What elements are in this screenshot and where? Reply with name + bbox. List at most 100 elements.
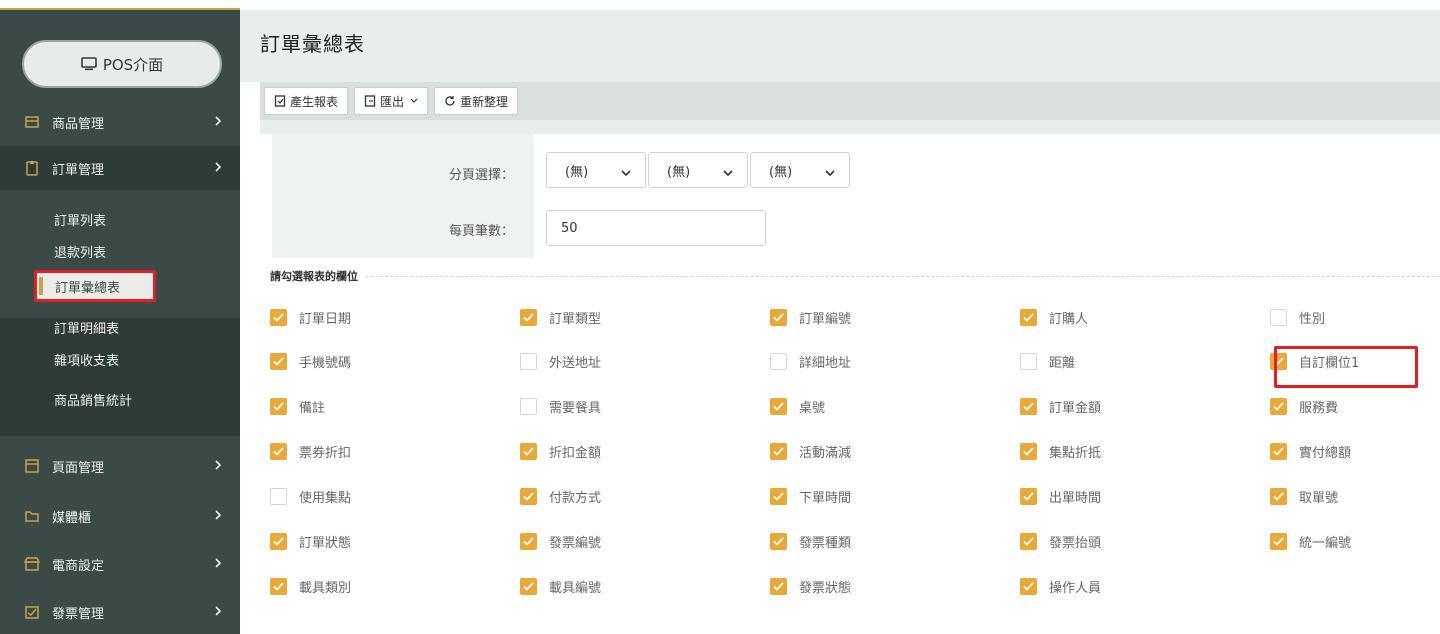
paging-select-3-value: (無) xyxy=(769,164,793,180)
chevron-down-icon xyxy=(723,166,733,181)
column-checkbox[interactable]: 發票狀態 xyxy=(770,576,851,596)
column-checkbox[interactable]: 發票抬頭 xyxy=(1020,531,1101,551)
reset-button[interactable]: 重新整理 xyxy=(434,87,519,115)
column-checkbox[interactable]: 自訂欄位1 xyxy=(1270,351,1359,371)
column-checkbox-label: 發票抬頭 xyxy=(1049,535,1102,551)
checked-icon xyxy=(1020,532,1037,550)
column-checkbox[interactable]: 統一編號 xyxy=(1270,531,1351,551)
paging-select-3[interactable]: (無) xyxy=(750,152,850,188)
paging-select-1[interactable]: (無) xyxy=(546,152,646,188)
column-checkbox-label: 訂單金額 xyxy=(1049,400,1102,416)
sidebar-item-ecommerce-settings[interactable]: 電商設定 xyxy=(0,542,240,586)
export-dropdown-button[interactable]: 匯出 xyxy=(354,87,429,115)
column-checkbox[interactable]: 需要餐具 xyxy=(520,396,601,416)
checked-icon xyxy=(770,442,787,460)
column-checkbox-label: 訂購人 xyxy=(1049,311,1089,327)
chevron-right-icon xyxy=(214,605,222,621)
column-checkbox[interactable]: 服務費 xyxy=(1270,396,1338,416)
chevron-right-icon xyxy=(214,115,222,131)
column-checkbox-label: 距離 xyxy=(1049,355,1076,371)
column-checkbox[interactable]: 票券折扣 xyxy=(270,441,351,461)
column-checkbox[interactable]: 載具編號 xyxy=(520,576,601,596)
submenu-order-summary[interactable]: 訂單彙總表 xyxy=(34,270,156,302)
submenu-order-summary-label: 訂單彙總表 xyxy=(55,280,121,296)
column-checkbox[interactable]: 訂單編號 xyxy=(770,307,851,327)
column-checkbox[interactable]: 桌號 xyxy=(770,396,825,416)
paging-label: 分頁選擇： xyxy=(448,168,514,183)
column-checkbox[interactable]: 操作人員 xyxy=(1020,576,1101,596)
chevron-down-icon xyxy=(621,166,631,181)
pos-interface-button[interactable]: POS介面 xyxy=(22,40,222,88)
per-page-input[interactable] xyxy=(546,210,766,246)
column-checkbox[interactable]: 實付總額 xyxy=(1270,441,1351,461)
chevron-right-icon xyxy=(214,509,222,525)
column-checkbox-label: 票券折扣 xyxy=(299,445,352,461)
checked-icon xyxy=(770,487,787,505)
checked-icon xyxy=(770,577,787,595)
invoice-icon xyxy=(24,604,40,620)
column-checkbox[interactable]: 備註 xyxy=(270,396,325,416)
column-checkbox[interactable]: 發票編號 xyxy=(520,531,601,551)
checked-icon xyxy=(520,308,537,326)
column-checkbox[interactable]: 下單時間 xyxy=(770,486,851,506)
column-checkbox-label: 操作人員 xyxy=(1049,580,1102,596)
column-checkbox[interactable]: 活動滿減 xyxy=(770,441,851,461)
sidebar-item-products[interactable]: 商品管理 xyxy=(0,100,240,144)
checked-icon xyxy=(1020,308,1037,326)
submenu-order-list[interactable]: 訂單列表 xyxy=(54,204,106,234)
sidebar-item-pages[interactable]: 頁面管理 xyxy=(0,444,240,488)
sidebar-item-orders[interactable]: 訂單管理 xyxy=(0,146,240,190)
column-checkbox[interactable]: 性別 xyxy=(1270,307,1325,327)
sidebar-item-media[interactable]: 媒體櫃 xyxy=(0,494,240,538)
sidebar-item-invoices[interactable]: 發票管理 xyxy=(0,590,240,634)
column-checkbox[interactable]: 取單號 xyxy=(1270,486,1338,506)
column-checkbox[interactable]: 訂單狀態 xyxy=(270,531,351,551)
per-page-label: 每頁筆數： xyxy=(448,224,514,239)
column-checkbox-label: 折扣金額 xyxy=(549,445,602,461)
column-checkbox[interactable]: 訂單類型 xyxy=(520,307,601,327)
column-checkbox-label: 性別 xyxy=(1299,311,1326,327)
monitor-icon xyxy=(81,57,97,71)
column-checkbox[interactable]: 出單時間 xyxy=(1020,486,1101,506)
generate-report-button[interactable]: 產生報表 xyxy=(264,87,349,115)
column-checkbox-label: 付款方式 xyxy=(549,490,602,506)
paging-select-2[interactable]: (無) xyxy=(648,152,748,188)
column-checkbox-label: 訂單日期 xyxy=(299,311,352,327)
column-checkbox-label: 訂單類型 xyxy=(549,311,602,327)
column-checkbox[interactable]: 訂單金額 xyxy=(1020,396,1101,416)
column-checkbox[interactable]: 訂購人 xyxy=(1020,307,1088,327)
checked-icon xyxy=(770,308,787,326)
pos-button-label: POS介面 xyxy=(102,55,164,74)
column-checkbox-label: 活動滿減 xyxy=(799,445,852,461)
column-checkbox-label: 服務費 xyxy=(1299,400,1339,416)
column-checkbox[interactable]: 載具類別 xyxy=(270,576,351,596)
column-checkbox-label: 詳細地址 xyxy=(799,355,852,371)
column-checkbox-label: 取單號 xyxy=(1299,490,1339,506)
layout-icon xyxy=(24,458,40,474)
column-checkbox[interactable]: 距離 xyxy=(1020,351,1075,371)
chevron-right-icon xyxy=(214,557,222,573)
submenu-product-sales-stats[interactable]: 商品銷售統計 xyxy=(54,384,132,414)
column-checkbox[interactable]: 手機號碼 xyxy=(270,351,351,371)
submenu-misc-income-expense[interactable]: 雜項收支表 xyxy=(54,344,119,374)
column-checkbox-label: 外送地址 xyxy=(549,355,602,371)
sidebar-item-label: 訂單管理 xyxy=(52,162,105,178)
checked-icon xyxy=(520,532,537,550)
column-checkbox[interactable]: 集點折抵 xyxy=(1020,441,1101,461)
column-checkbox[interactable]: 外送地址 xyxy=(520,351,601,371)
page-title: 訂單彙總表 xyxy=(260,32,365,56)
box-icon xyxy=(24,114,40,130)
sidebar-item-label: 發票管理 xyxy=(52,606,105,622)
column-checkbox[interactable]: 付款方式 xyxy=(520,486,601,506)
column-checkbox[interactable]: 折扣金額 xyxy=(520,441,601,461)
column-checkbox[interactable]: 使用集點 xyxy=(270,486,351,506)
column-checkbox[interactable]: 詳細地址 xyxy=(770,351,851,371)
submenu-refund-list[interactable]: 退款列表 xyxy=(54,236,106,266)
column-checkbox[interactable]: 訂單日期 xyxy=(270,307,351,327)
column-checkbox[interactable]: 發票種類 xyxy=(770,531,851,551)
checked-icon xyxy=(270,308,287,326)
report-options-panel: 分頁選擇： (無) (無) (無) 每頁筆數： xyxy=(272,134,1440,258)
submenu-order-details[interactable]: 訂單明細表 xyxy=(54,312,119,342)
chevron-down-icon xyxy=(825,166,835,181)
sidebar-top-strip xyxy=(0,0,240,10)
